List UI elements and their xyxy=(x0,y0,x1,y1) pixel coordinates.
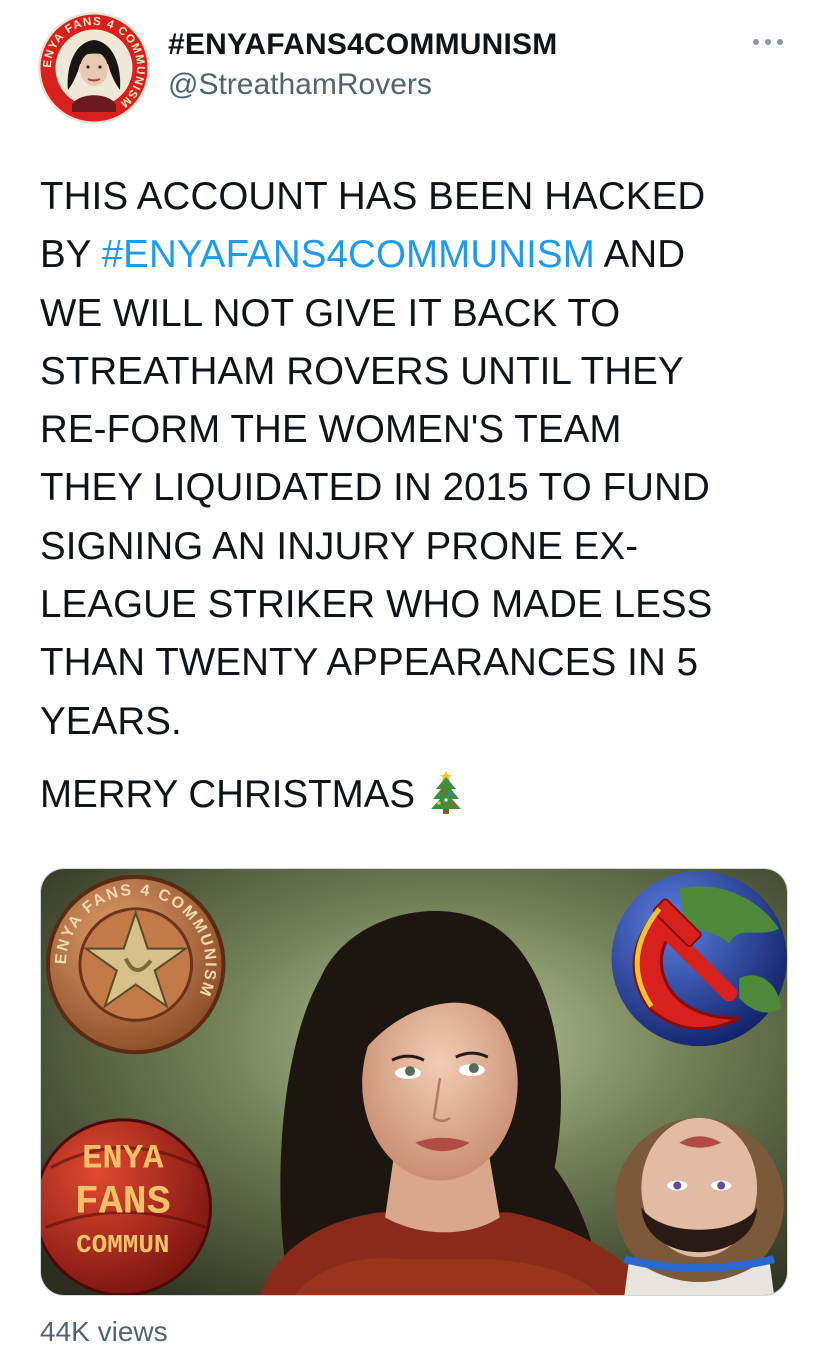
tweet-text-fragment: AND xyxy=(603,233,686,277)
tweet-text-line: THIS ACCOUNT HAS BEEN HACKED xyxy=(40,175,706,218)
avatar[interactable]: ENYA FANS 4 COMMUNISM xyxy=(38,12,150,124)
tweet-text: THIS ACCOUNT HAS BEEN HACKED BY #ENYAFAN… xyxy=(40,168,800,751)
tweet-header: ENYA FANS 4 COMMUNISM #ENYAFANS4COMMUNIS… xyxy=(0,0,828,140)
tweet-text-line: RE-FORM THE WOMEN'S TEAM xyxy=(40,408,622,452)
media-illustration: ENYA FANS 4 COMMUNISM ENYA FANS COMMUN xyxy=(41,869,787,1295)
tweet-text-line: THAN TWENTY APPEARANCES IN 5 xyxy=(40,641,699,685)
ball-text-line: ENYA xyxy=(82,1141,164,1179)
christmas-tree-icon xyxy=(427,769,465,815)
tweet-text-line: WE WILL NOT GIVE IT BACK TO xyxy=(40,291,621,335)
hashtag-link[interactable]: #ENYAFANS4COMMUNISM xyxy=(102,233,595,276)
user-handle[interactable]: @StreathamRovers xyxy=(168,68,432,102)
tweet-text-line: SIGNING AN INJURY PRONE EX- xyxy=(40,524,639,568)
more-horizontal-icon xyxy=(753,39,783,45)
tweet-text-line: LEAGUE STRIKER WHO MADE LESS xyxy=(40,583,713,627)
tweet-text-fragment: BY xyxy=(40,233,91,277)
ball-text-line: COMMUN xyxy=(76,1230,169,1260)
tweet-text-line: BY #ENYAFANS4COMMUNISM AND xyxy=(40,226,800,284)
tweet-text-line: THEY LIQUIDATED IN 2015 TO FUND xyxy=(40,466,710,510)
tweet-text-line: YEARS. xyxy=(40,699,182,743)
ball-text-line: FANS xyxy=(75,1179,171,1224)
display-name[interactable]: #ENYAFANS4COMMUNISM xyxy=(168,28,557,62)
more-options-button[interactable] xyxy=(748,30,788,54)
tweet-media-image[interactable]: ENYA FANS 4 COMMUNISM ENYA FANS COMMUN xyxy=(40,868,788,1296)
avatar-image: ENYA FANS 4 COMMUNISM xyxy=(38,12,150,124)
tweet-greeting: MERRY CHRISTMAS xyxy=(40,766,465,824)
tweet-text-line: STREATHAM ROVERS UNTIL THEY xyxy=(40,349,684,393)
view-count: 44K views xyxy=(40,1316,168,1347)
greeting-text: MERRY CHRISTMAS xyxy=(40,773,416,816)
